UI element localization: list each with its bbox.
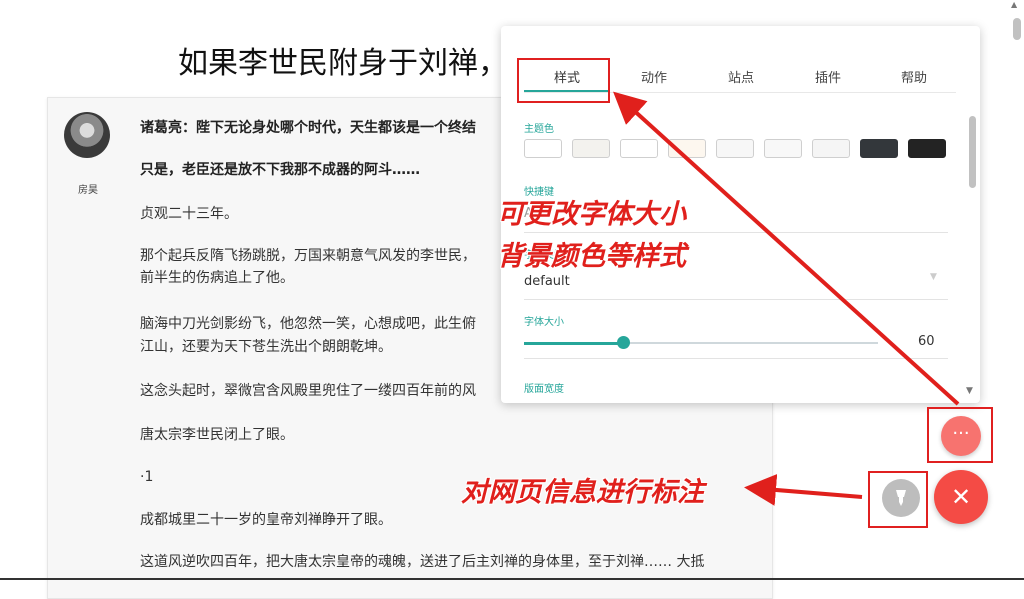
tab-sites[interactable]: 站点 (698, 67, 784, 86)
font-size-slider-fill (524, 342, 624, 345)
article-paragraph: 这道风逆吹四百年，把大唐太宗皇帝的魂魄，送进了后主刘禅的身体里，至于刘禅…… 大… (140, 554, 705, 570)
article-paragraph: 贞观二十三年。 (140, 206, 238, 222)
font-size-value: 60 (918, 334, 935, 349)
more-icon: ··· (952, 423, 970, 444)
article-paragraph: 江山，还要为天下苍生洗出个朗朗乾坤。 (140, 339, 392, 355)
scroll-down-icon[interactable]: ▼ (966, 386, 973, 396)
page-bottom-border (0, 578, 1024, 580)
close-button[interactable]: ✕ (934, 470, 988, 524)
page-scroll-up-icon[interactable]: ▲ (1011, 0, 1017, 9)
theme-swatch[interactable] (716, 139, 754, 158)
callout-annotate: 对网页信息进行标注 (461, 477, 704, 508)
tab-help[interactable]: 帮助 (871, 67, 957, 86)
article-paragraph: 前半生的伤病追上了他。 (140, 270, 294, 286)
callout-style-line-1: 可更改字体大小 (497, 199, 686, 230)
article-paragraph: 那个起兵反隋飞扬跳脱，万国来朝意气风发的李世民， (140, 248, 476, 264)
theme-swatch[interactable] (620, 139, 658, 158)
article-paragraph: 唐太宗李世民闭上了眼。 (140, 427, 294, 443)
theme-swatch[interactable] (908, 139, 946, 158)
theme-swatch[interactable] (860, 139, 898, 158)
field-divider (524, 358, 948, 359)
font-type-select[interactable]: default (524, 274, 570, 289)
tab-actions[interactable]: 动作 (611, 67, 697, 86)
callout-style-line-2: 背景颜色等样式 (497, 241, 686, 272)
layout-width-label: 版面宽度 (524, 384, 564, 395)
tab-divider (524, 92, 956, 93)
more-button[interactable]: ··· (941, 416, 981, 456)
page-title: 如果李世民附身于刘禅， (178, 46, 508, 81)
theme-swatch[interactable] (524, 139, 562, 158)
field-divider (524, 299, 948, 300)
field-divider (524, 232, 948, 233)
article-paragraph: 成都城里二十一岁的皇帝刘禅睁开了眼。 (140, 512, 392, 528)
dropdown-arrow-icon[interactable]: ▼ (930, 272, 937, 282)
article-paragraph: 只是，老臣还是放不下我那不成器的阿斗…… (140, 162, 420, 178)
theme-swatch[interactable] (668, 139, 706, 158)
theme-swatch[interactable] (572, 139, 610, 158)
tab-plugins[interactable]: 插件 (785, 67, 871, 86)
font-size-label: 字体大小 (524, 317, 564, 328)
annotate-button[interactable] (882, 479, 920, 517)
author-avatar[interactable] (64, 112, 110, 158)
article-paragraph: ·1 (140, 469, 154, 485)
theme-color-label: 主题色 (524, 124, 554, 135)
highlighter-icon (896, 490, 906, 506)
panel-scrollbar[interactable] (969, 116, 976, 188)
close-icon: ✕ (950, 483, 972, 511)
theme-swatch[interactable] (764, 139, 802, 158)
article-paragraph: 脑海中刀光剑影纷飞，他忽然一笑，心想成吧，此生俯 (140, 316, 476, 332)
author-name[interactable]: 房昊 (68, 181, 108, 196)
article-paragraph: 这念头起时，翠微宫含风殿里兜住了一缕四百年前的风 (140, 383, 476, 399)
theme-swatch[interactable] (812, 139, 850, 158)
tab-style[interactable]: 样式 (524, 67, 610, 86)
article-paragraph: 诸葛亮：陛下无论身处哪个时代，天生都该是一个终结 (140, 120, 476, 136)
page-scrollbar[interactable] (1013, 18, 1021, 40)
